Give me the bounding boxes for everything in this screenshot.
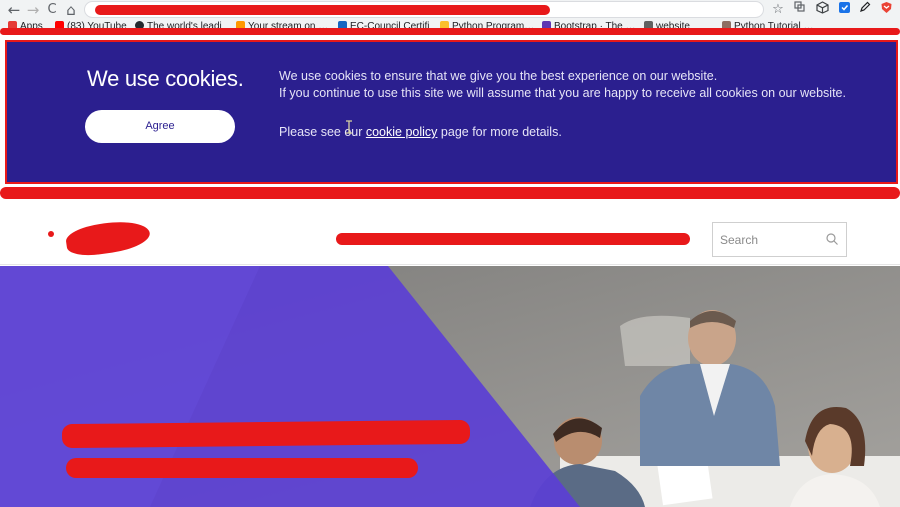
cookie-message: We use cookies to ensure that we give yo… xyxy=(279,68,859,102)
logo-dot-redaction xyxy=(48,231,54,237)
bookmarks-redaction xyxy=(0,28,900,35)
shield-icon[interactable] xyxy=(836,1,852,18)
text-cursor-icon xyxy=(346,120,352,134)
header-top-strip xyxy=(0,199,900,213)
star-icon[interactable]: ☆ xyxy=(770,1,786,18)
cookie-message-line1: We use cookies to ensure that we give yo… xyxy=(279,69,718,83)
search-box[interactable] xyxy=(712,222,847,257)
cookie-banner: We use cookies. Agree We use cookies to … xyxy=(5,40,898,184)
site-header xyxy=(0,213,900,265)
cookie-message-line2: If you continue to use this site we will… xyxy=(279,86,846,100)
hero-subheading-redaction xyxy=(66,458,418,478)
home-button[interactable]: ⌂ xyxy=(63,1,79,19)
search-icon[interactable] xyxy=(825,232,839,246)
address-bar[interactable] xyxy=(84,1,764,18)
url-redaction xyxy=(95,5,550,15)
reload-button[interactable]: C xyxy=(44,1,60,19)
forward-button[interactable]: → xyxy=(25,1,41,19)
banner-bottom-redaction xyxy=(0,187,900,199)
logo-redaction[interactable] xyxy=(64,217,152,259)
pen-icon[interactable] xyxy=(857,1,873,18)
agree-button[interactable]: Agree xyxy=(85,110,235,143)
browser-toolbar: ← → C ⌂ ☆ xyxy=(0,0,900,20)
nav-redaction xyxy=(336,233,690,245)
cookie-title: We use cookies. xyxy=(87,66,244,91)
hero-section xyxy=(0,266,900,507)
hero-heading-redaction xyxy=(61,419,471,449)
back-button[interactable]: ← xyxy=(6,1,22,19)
cube-icon[interactable] xyxy=(814,1,830,18)
search-input[interactable] xyxy=(720,232,820,248)
cookie-policy-suffix: page for more details. xyxy=(437,125,562,139)
cookie-policy-line: Please see our cookie policy page for mo… xyxy=(279,124,562,141)
cookie-policy-link[interactable]: cookie policy xyxy=(366,125,438,139)
mail-icon[interactable] xyxy=(878,1,894,18)
extension-icon[interactable] xyxy=(792,1,808,18)
